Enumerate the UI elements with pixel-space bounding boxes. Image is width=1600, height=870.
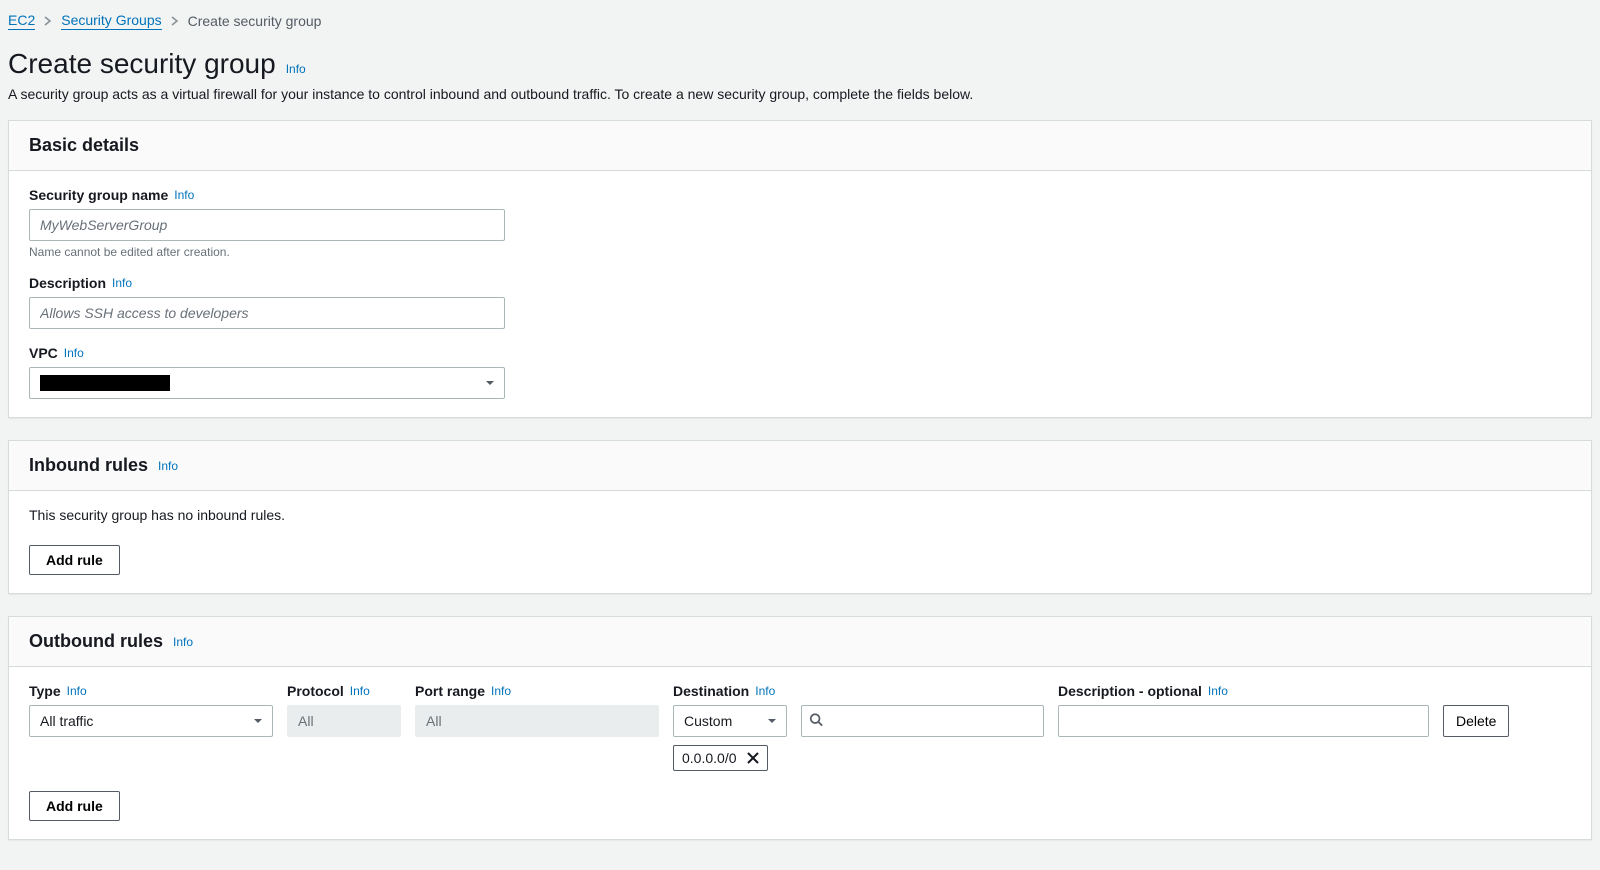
security-group-name-field: Security group name Info Name cannot be … xyxy=(29,187,1571,259)
inbound-rules-header: Inbound rules Info xyxy=(9,441,1591,491)
breadcrumb-security-groups[interactable]: Security Groups xyxy=(61,12,161,30)
vpc-info-link[interactable]: Info xyxy=(64,346,84,360)
page-title-text: Create security group xyxy=(8,48,276,80)
destination-tag: 0.0.0.0/0 xyxy=(673,745,768,771)
breadcrumb-current: Create security group xyxy=(188,13,322,29)
vpc-select[interactable] xyxy=(29,367,505,399)
outbound-rules-panel: Outbound rules Info Type Info All traffi… xyxy=(8,616,1592,840)
breadcrumb: EC2 Security Groups Create security grou… xyxy=(8,8,1592,40)
protocol-input xyxy=(287,705,401,737)
destination-tag-label: 0.0.0.0/0 xyxy=(682,750,737,766)
page-description: A security group acts as a virtual firew… xyxy=(8,86,1592,102)
protocol-info-link[interactable]: Info xyxy=(350,684,370,698)
basic-details-panel: Basic details Security group name Info N… xyxy=(8,120,1592,418)
inbound-empty-message: This security group has no inbound rules… xyxy=(29,507,1571,523)
description-info-link[interactable]: Info xyxy=(112,276,132,290)
destination-info-link[interactable]: Info xyxy=(755,684,775,698)
type-info-link[interactable]: Info xyxy=(67,684,87,698)
inbound-add-rule-button[interactable]: Add rule xyxy=(29,545,120,575)
port-range-label: Port range xyxy=(415,683,485,699)
port-range-info-link[interactable]: Info xyxy=(491,684,511,698)
outbound-rules-header: Outbound rules Info xyxy=(9,617,1591,667)
outbound-rules-title: Outbound rules xyxy=(29,631,163,652)
inbound-rules-info-link[interactable]: Info xyxy=(158,459,178,473)
vpc-selected-value xyxy=(40,375,170,391)
basic-details-header: Basic details xyxy=(9,121,1591,171)
destination-mode-select[interactable]: Custom xyxy=(673,705,787,737)
security-group-name-input[interactable] xyxy=(29,209,505,241)
type-selected-value: All traffic xyxy=(40,713,93,729)
description-field: Description Info xyxy=(29,275,1571,329)
inbound-rules-panel: Inbound rules Info This security group h… xyxy=(8,440,1592,594)
rule-description-info-link[interactable]: Info xyxy=(1208,684,1228,698)
outbound-add-rule-button[interactable]: Add rule xyxy=(29,791,120,821)
protocol-label: Protocol xyxy=(287,683,344,699)
destination-mode-value: Custom xyxy=(684,713,732,729)
search-icon xyxy=(809,713,823,730)
destination-label: Destination xyxy=(673,683,749,699)
page-title-info-link[interactable]: Info xyxy=(286,62,306,76)
breadcrumb-ec2[interactable]: EC2 xyxy=(8,12,35,30)
security-group-name-info-link[interactable]: Info xyxy=(174,188,194,202)
delete-rule-button[interactable]: Delete xyxy=(1443,705,1509,737)
security-group-name-hint: Name cannot be edited after creation. xyxy=(29,245,1571,259)
type-select[interactable]: All traffic xyxy=(29,705,273,737)
port-range-input xyxy=(415,705,659,737)
rule-description-label: Description - optional xyxy=(1058,683,1202,699)
chevron-right-icon xyxy=(43,16,53,26)
description-input[interactable] xyxy=(29,297,505,329)
vpc-label: VPC xyxy=(29,345,58,361)
close-icon[interactable] xyxy=(747,752,759,764)
chevron-right-icon xyxy=(170,16,180,26)
inbound-rules-title: Inbound rules xyxy=(29,455,148,476)
security-group-name-label: Security group name xyxy=(29,187,168,203)
description-label: Description xyxy=(29,275,106,291)
outbound-rules-info-link[interactable]: Info xyxy=(173,635,193,649)
page-title: Create security group Info xyxy=(8,48,1592,80)
basic-details-title: Basic details xyxy=(29,135,139,156)
destination-search-input[interactable] xyxy=(801,705,1044,737)
outbound-rule-row: Type Info All traffic Protocol Info xyxy=(29,683,1571,771)
type-label: Type xyxy=(29,683,61,699)
vpc-field: VPC Info xyxy=(29,345,1571,399)
rule-description-input[interactable] xyxy=(1058,705,1429,737)
